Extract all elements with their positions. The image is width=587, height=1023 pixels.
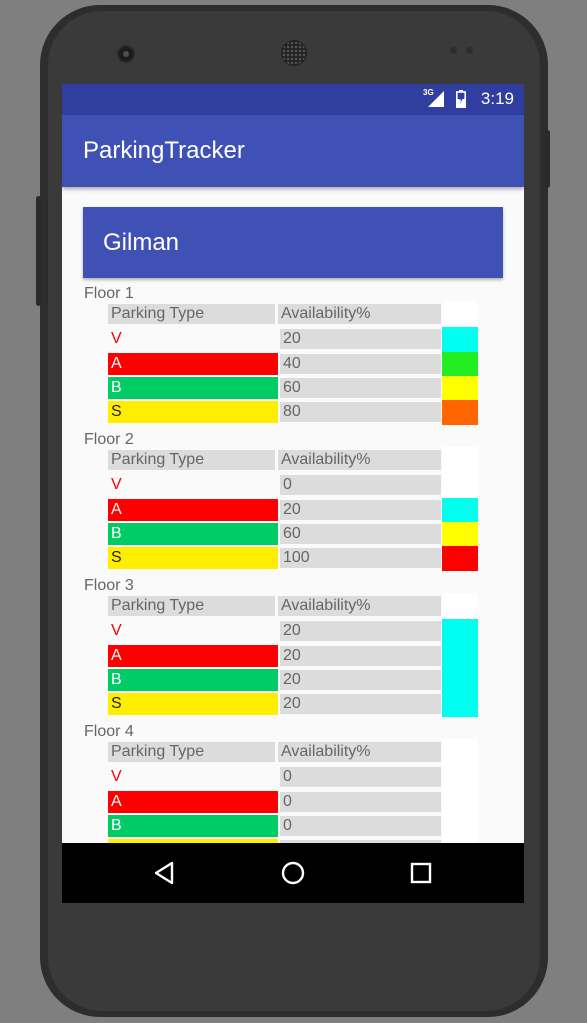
availability-cell: 20	[280, 499, 441, 520]
home-circle-icon[interactable]	[278, 858, 308, 888]
parking-type-cell: S	[108, 693, 278, 716]
availability-cell: 20	[280, 694, 441, 715]
availability-cell: 100	[280, 548, 441, 569]
column-header-availability: Availability%	[278, 742, 441, 762]
availability-cell: 40	[280, 353, 441, 374]
availability-color-swatch	[442, 327, 478, 353]
signal-icon	[428, 91, 444, 107]
availability-color-swatch	[442, 619, 478, 645]
availability-cell: 0	[280, 475, 441, 496]
light-sensor	[466, 47, 473, 54]
availability-color-swatch	[442, 643, 478, 669]
availability-cell: 80	[280, 402, 441, 423]
app-title: ParkingTracker	[83, 137, 245, 164]
availability-cell: 0	[280, 791, 441, 812]
parking-type-cell: B	[108, 522, 278, 545]
availability-color-swatch	[442, 789, 478, 815]
availability-color-swatch	[442, 473, 478, 499]
parking-type-cell: A	[108, 498, 278, 521]
garage-list[interactable]: Gilman Floor 1 Parking Type Availability% V…	[62, 187, 524, 843]
parking-type-cell: B	[108, 814, 278, 837]
floor-label: Floor 2	[84, 431, 134, 448]
parking-type-cell: V	[111, 768, 122, 786]
availability-cell: 0	[280, 767, 441, 788]
back-triangle-icon[interactable]	[150, 858, 180, 888]
availability-color-swatch	[442, 546, 478, 571]
volume-button	[36, 196, 41, 306]
parking-type-cell: A	[108, 644, 278, 667]
screen: 3G 3:19 ParkingTracker Gilman Floor 1 Par…	[62, 84, 524, 903]
floor-label: Floor 3	[84, 577, 134, 594]
availability-color-swatch	[442, 400, 478, 425]
column-header-type: Parking Type	[108, 304, 275, 324]
front-camera	[117, 45, 135, 63]
earpiece-speaker	[281, 40, 307, 66]
recents-square-icon[interactable]	[406, 858, 436, 888]
availability-color-swatch	[442, 375, 478, 401]
availability-color-swatch	[442, 813, 478, 839]
availability-cell: 60	[280, 377, 441, 398]
availability-color-swatch	[442, 692, 478, 717]
availability-cell: 20	[280, 329, 441, 350]
floor-label: Floor 1	[84, 285, 134, 302]
parking-type-cell: A	[108, 790, 278, 813]
parking-type-cell: B	[108, 376, 278, 399]
availability-cell: 0	[280, 815, 441, 836]
availability-cell: 20	[280, 669, 441, 690]
column-header-type: Parking Type	[108, 596, 275, 616]
garage-header[interactable]: Gilman	[83, 207, 503, 278]
availability-color-swatch	[442, 521, 478, 547]
column-header-type: Parking Type	[108, 450, 275, 470]
parking-type-cell: A	[108, 352, 278, 375]
garage-name: Gilman	[103, 229, 180, 256]
column-header-type: Parking Type	[108, 742, 275, 762]
availability-cell: 20	[280, 645, 441, 666]
parking-type-cell: V	[111, 622, 122, 640]
availability-color-swatch	[442, 351, 478, 377]
app-bar: ParkingTracker	[62, 115, 524, 187]
power-button	[545, 130, 550, 188]
parking-type-cell: S	[108, 401, 278, 424]
proximity-sensor	[450, 47, 457, 54]
navigation-bar	[62, 843, 524, 903]
availability-color-swatch	[442, 497, 478, 523]
availability-cell: 60	[280, 523, 441, 544]
status-bar: 3G 3:19	[62, 84, 524, 115]
floor-label: Floor 4	[84, 723, 134, 740]
parking-type-cell: S	[108, 547, 278, 570]
availability-color-swatch	[442, 765, 478, 791]
parking-type-cell: V	[111, 476, 122, 494]
availability-cell: 20	[280, 621, 441, 642]
column-header-availability: Availability%	[278, 304, 441, 324]
clock: 3:19	[480, 89, 514, 108]
availability-color-swatch	[442, 667, 478, 693]
battery-icon	[456, 90, 466, 108]
parking-type-cell: V	[111, 330, 122, 348]
column-header-availability: Availability%	[278, 450, 441, 470]
column-header-availability: Availability%	[278, 596, 441, 616]
parking-type-cell: B	[108, 668, 278, 691]
